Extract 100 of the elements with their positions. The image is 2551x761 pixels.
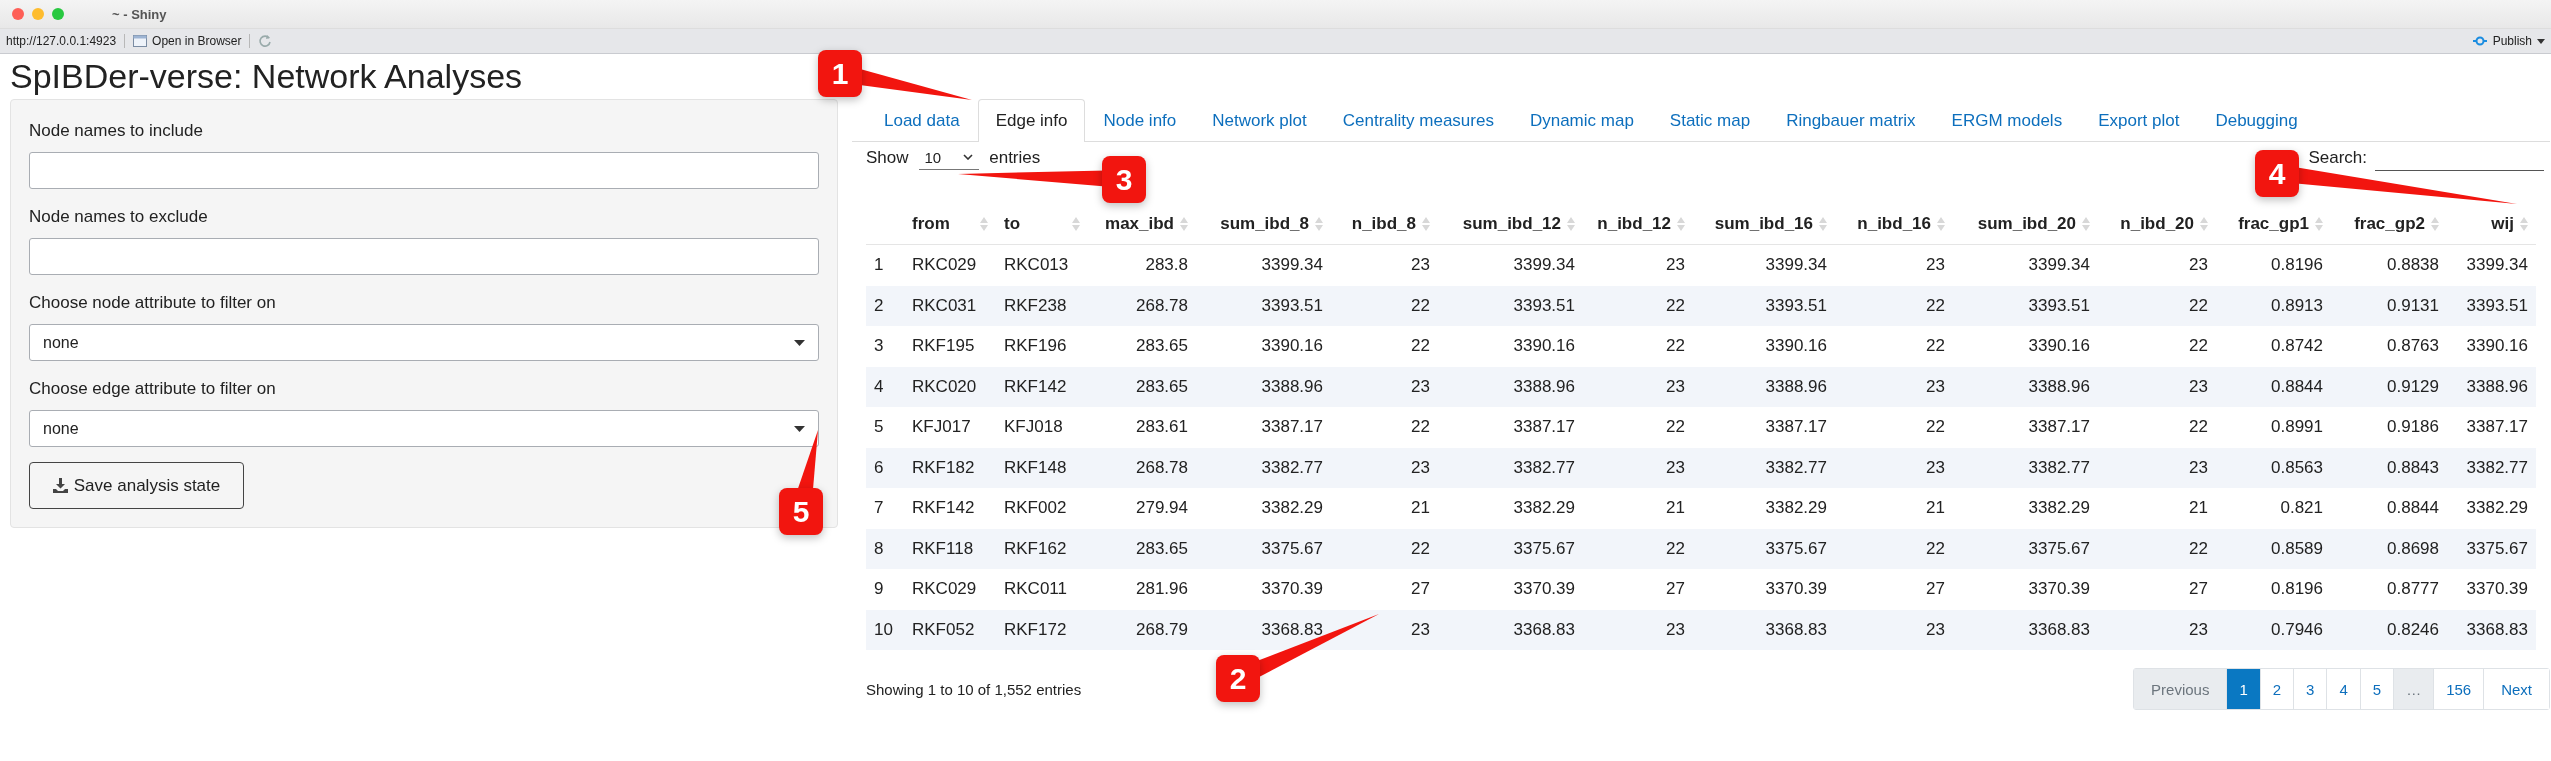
table-cell: RKC020	[912, 376, 977, 396]
minimize-icon[interactable]	[32, 8, 44, 20]
dropdown[interactable]: none	[29, 410, 819, 447]
table-cell: 27	[1666, 579, 1685, 599]
sort-icon[interactable]	[1677, 216, 1685, 232]
sort-icon[interactable]	[1422, 216, 1430, 232]
table-cell: 3375.67	[1513, 538, 1575, 558]
tab[interactable]: Ringbauer matrix	[1768, 99, 1934, 141]
row-number: 10	[874, 619, 893, 639]
table-cell: 23	[1411, 376, 1430, 396]
table-cell: 3382.77	[2028, 457, 2090, 477]
sort-icon[interactable]	[980, 216, 988, 232]
sort-icon[interactable]	[1819, 216, 1827, 232]
table-cell: RKF142	[1004, 376, 1067, 396]
table-cell: 3370.39	[1261, 579, 1323, 599]
open-in-browser-button[interactable]: Open in Browser	[133, 34, 242, 48]
field-label: Node names to include	[29, 120, 204, 142]
next-button[interactable]: Next	[2483, 669, 2549, 709]
table-cell: 3390.16	[2466, 336, 2528, 356]
tab[interactable]: Debugging	[2197, 99, 2316, 141]
table-cell: 0.9186	[2387, 417, 2439, 437]
table-cell: 22	[1411, 295, 1430, 315]
table-cell: 3382.77	[2466, 457, 2528, 477]
column-header[interactable]: n_ibd_16	[1857, 214, 1931, 234]
sort-icon[interactable]	[1180, 216, 1188, 232]
tab[interactable]: ERGM models	[1933, 99, 2081, 141]
table-cell: 21	[1411, 498, 1430, 518]
column-header[interactable]: sum_ibd_16	[1714, 214, 1813, 234]
url-text: http://127.0.0.1:4923	[6, 34, 117, 48]
column-header[interactable]: sum_ibd_8	[1220, 214, 1309, 234]
sort-icon[interactable]	[2431, 216, 2439, 232]
table-cell: 3375.67	[2028, 538, 2090, 558]
column-header[interactable]: frac_gp2	[2354, 214, 2425, 234]
table-cell: 3388.96	[1765, 376, 1827, 396]
table-cell: 279.94	[1136, 498, 1188, 518]
table-cell: 3382.77	[1513, 457, 1575, 477]
table-cell: 0.9131	[2387, 295, 2439, 315]
sort-icon[interactable]	[2082, 216, 2090, 232]
column-header[interactable]: n_ibd_8	[1351, 214, 1416, 234]
column-header[interactable]: frac_gp1	[2238, 214, 2309, 234]
table-cell: 23	[1926, 376, 1945, 396]
table-cell: 22	[1926, 336, 1945, 356]
save-button[interactable]: Save analysis state	[29, 462, 244, 509]
table-cell: 3382.29	[1513, 498, 1575, 518]
text-field[interactable]	[29, 152, 819, 189]
table-cell: 21	[1666, 498, 1685, 518]
column-header[interactable]: sum_ibd_20	[1977, 214, 2076, 234]
sort-icon[interactable]	[1937, 216, 1945, 232]
row-number: 6	[874, 457, 884, 477]
table-cell: 23	[1411, 619, 1430, 639]
table-cell: RKF118	[912, 538, 974, 558]
sort-icon[interactable]	[1072, 216, 1080, 232]
table-cell: 3387.17	[1765, 417, 1827, 437]
tab[interactable]: Load data	[866, 99, 978, 141]
app-title: SpIBDer-verse: Network Analyses	[10, 56, 523, 97]
tab[interactable]: Centrality measures	[1324, 99, 1512, 141]
table-cell: 0.8196	[2271, 255, 2323, 275]
table-cell: 3370.39	[2028, 579, 2090, 599]
column-header[interactable]: n_ibd_12	[1597, 214, 1671, 234]
table-cell: RKC011	[1004, 579, 1067, 599]
table-cell: 0.8843	[2387, 457, 2439, 477]
refresh-icon[interactable]	[258, 34, 273, 48]
tab[interactable]: Dynamic map	[1511, 99, 1652, 141]
tab[interactable]: Export plot	[2080, 99, 2198, 141]
sort-icon[interactable]	[1315, 216, 1323, 232]
dropdown[interactable]: none	[29, 324, 819, 361]
column-header[interactable]: n_ibd_20	[2120, 214, 2194, 234]
column-header[interactable]: from	[912, 214, 950, 234]
column-header[interactable]: to	[1004, 214, 1021, 234]
column-header[interactable]: wij	[2491, 214, 2514, 234]
table-cell: 283.8	[1145, 255, 1188, 275]
table-cell: 3393.51	[1261, 295, 1323, 315]
table-cell: 0.7946	[2271, 619, 2323, 639]
table-cell: 3387.17	[1261, 417, 1323, 437]
table-cell: 0.8196	[2271, 579, 2323, 599]
entries-label: entries	[989, 148, 1041, 168]
tab[interactable]: Static map	[1651, 99, 1769, 141]
column-header[interactable]: sum_ibd_12	[1462, 214, 1561, 234]
page-button[interactable]: 1	[2226, 669, 2260, 709]
tab[interactable]: Network plot	[1194, 99, 1325, 141]
tab[interactable]: Node info	[1085, 99, 1195, 141]
table-cell: 281.96	[1136, 579, 1188, 599]
table-cell: 27	[1411, 579, 1430, 599]
column-header[interactable]: max_ibd	[1105, 214, 1174, 234]
table-cell: 22	[1666, 336, 1685, 356]
table-cell: 3399.34	[1261, 255, 1323, 275]
entries-dropdown[interactable]: 10	[918, 146, 980, 170]
table-cell: 3382.29	[2028, 498, 2090, 518]
table-cell: 3390.16	[1765, 336, 1827, 356]
sort-icon[interactable]	[2200, 216, 2208, 232]
publish-button[interactable]: Publish	[2471, 34, 2545, 48]
tab[interactable]: Edge info	[977, 99, 1086, 142]
table-cell: 3370.39	[1765, 579, 1827, 599]
sort-icon[interactable]	[2520, 216, 2528, 232]
close-icon[interactable]	[12, 8, 24, 20]
maximize-icon[interactable]	[52, 8, 64, 20]
text-field[interactable]	[29, 238, 819, 275]
sort-icon[interactable]	[1567, 216, 1575, 232]
table-cell: RKF148	[1004, 457, 1067, 477]
sort-icon[interactable]	[2315, 216, 2323, 232]
